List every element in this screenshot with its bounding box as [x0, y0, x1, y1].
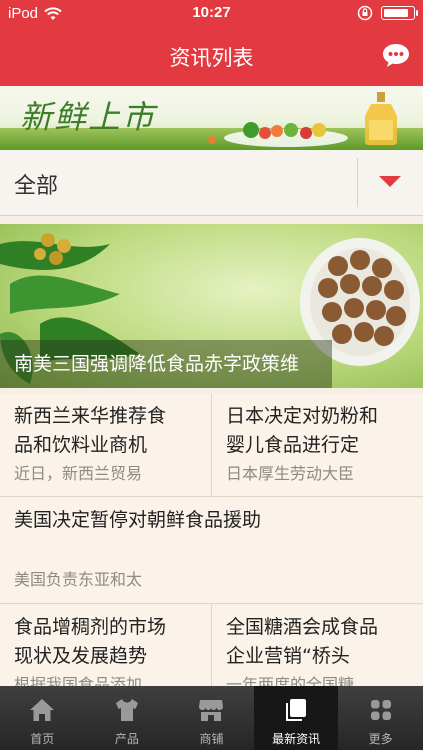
tab-products[interactable]: 产品 — [85, 686, 170, 750]
promo-banner[interactable]: 新鲜上市 — [0, 86, 423, 150]
status-bar: iPod 10:27 — [0, 0, 423, 28]
tab-more[interactable]: 更多 — [338, 686, 423, 750]
banner-pager — [0, 136, 423, 144]
nav-bar: 资讯列表 — [0, 28, 423, 86]
page-title: 资讯列表 — [169, 46, 254, 70]
news-summary: 美国负责东亚和太 — [14, 570, 143, 589]
home-icon — [30, 699, 55, 721]
news-title: 新西兰来华推荐食 品和饮料业商机 — [14, 405, 167, 456]
news-item-1[interactable]: 新西兰来华推荐食 品和饮料业商机 近日，新西兰贸易 — [0, 394, 211, 497]
tab-label: 最新资讯 — [272, 732, 321, 746]
tab-label: 首页 — [30, 732, 55, 746]
more-grid-icon — [370, 700, 391, 720]
store-icon — [199, 700, 224, 721]
category-selector[interactable]: 全部 — [0, 150, 423, 216]
orientation-lock-icon — [357, 5, 373, 21]
news-item-3[interactable]: 美国决定暂停对朝鲜食品援助 美国负责东亚和太 — [0, 498, 423, 604]
tab-label: 产品 — [114, 732, 139, 746]
news-item-4[interactable]: 食品增稠剂的市场 现状及发展趋势 根据我国食品添加 — [0, 605, 211, 694]
banner-logo: 新鲜上市 — [20, 98, 157, 136]
news-title: 全国糖酒会成食品 企业营销“桥头 — [226, 616, 379, 667]
news-column-divider — [211, 394, 212, 497]
pager-dot-active — [207, 136, 216, 144]
tab-shops[interactable]: 商铺 — [169, 686, 254, 750]
news-title: 食品增稠剂的市场 现状及发展趋势 — [14, 616, 167, 667]
news-item-2[interactable]: 日本决定对奶粉和 婴儿食品进行定 日本厚生劳动大臣 — [212, 394, 423, 497]
tab-latest-news[interactable]: 最新资讯 — [253, 686, 339, 750]
news-summary: 近日，新西兰贸易 — [14, 464, 143, 483]
news-column-divider — [211, 605, 212, 686]
category-selected-label: 全部 — [14, 174, 59, 199]
featured-article-title: 南美三国强调降低食品赤字政策维 — [14, 353, 300, 375]
battery-icon — [381, 6, 418, 20]
shirt-icon — [115, 699, 138, 721]
tab-label: 商铺 — [199, 732, 224, 746]
tab-label: 更多 — [368, 732, 393, 746]
news-title: 美国决定暂停对朝鲜食品援助 — [14, 509, 262, 531]
tab-home[interactable]: 首页 — [0, 686, 85, 750]
news-title: 日本决定对奶粉和 婴儿食品进行定 — [226, 405, 379, 456]
dropdown-arrow-icon[interactable] — [379, 176, 401, 187]
category-divider — [357, 158, 358, 207]
news-item-5[interactable]: 全国糖酒会成食品 企业营销“桥头 一年两度的全国糖 — [212, 605, 423, 694]
news-icon — [286, 699, 307, 721]
chat-bubble-icon[interactable] — [381, 41, 411, 69]
featured-article[interactable]: 南美三国强调降低食品赤字政策维 — [0, 224, 423, 388]
tab-bar: 首页 产品 商铺 最新资讯 更多 — [0, 686, 423, 750]
news-summary: 日本厚生劳动大臣 — [226, 464, 355, 483]
